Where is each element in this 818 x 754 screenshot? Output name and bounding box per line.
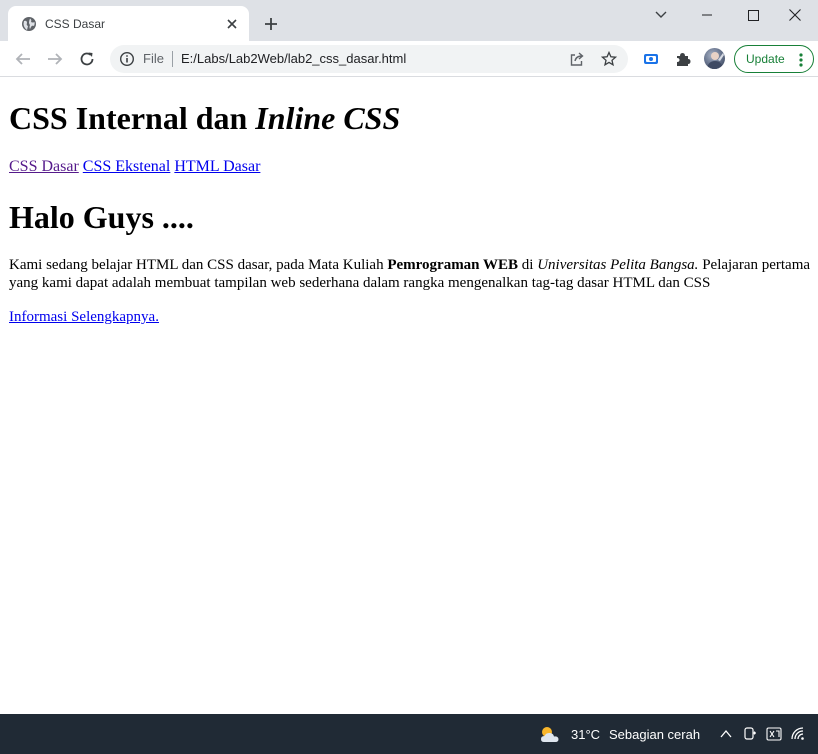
browser-tab[interactable]: CSS Dasar (8, 6, 249, 41)
update-label: Update (746, 52, 785, 66)
tab-strip: CSS Dasar (0, 0, 818, 41)
paragraph-bold: Pemrograman WEB (387, 257, 519, 273)
temperature-text[interactable]: 31°C (571, 727, 600, 742)
back-arrow-icon[interactable] (11, 47, 35, 71)
info-icon[interactable] (119, 51, 135, 67)
avatar[interactable] (704, 48, 725, 69)
url-scheme-label: File (143, 51, 164, 66)
tab-title: CSS Dasar (45, 17, 106, 31)
paragraph-italic: Universitas Pelita Bangsa. (537, 257, 699, 273)
update-button[interactable]: Update (734, 45, 814, 73)
omnibox-divider (172, 51, 173, 67)
taskbar: 31°C Sebagian cerah (0, 714, 818, 754)
globe-icon (21, 16, 37, 32)
paragraph-text-2: di (518, 257, 538, 273)
close-icon[interactable] (223, 15, 241, 33)
star-icon[interactable] (600, 50, 618, 67)
heading-italic-text: Inline CSS (255, 100, 401, 136)
nav-link-css-dasar[interactable]: CSS Dasar (9, 158, 79, 175)
maximize-icon[interactable] (730, 0, 776, 30)
puzzle-icon[interactable] (671, 47, 695, 71)
browser-toolbar: File E:/Labs/Lab2Web/lab2_css_dasar.html (0, 41, 818, 77)
nav-link-html-dasar[interactable]: HTML Dasar (174, 158, 260, 175)
nav-links: CSS Dasar CSS Ekstenal HTML Dasar (9, 157, 260, 176)
page-heading: CSS Internal dan Inline CSS (9, 99, 400, 137)
url-text[interactable]: E:/Labs/Lab2Web/lab2_css_dasar.html (181, 51, 406, 67)
plus-icon[interactable] (260, 13, 282, 35)
reload-icon[interactable] (75, 47, 99, 71)
screencast-icon[interactable] (639, 47, 663, 71)
kebab-menu-icon[interactable] (798, 52, 804, 68)
forward-arrow-icon[interactable] (43, 47, 67, 71)
share-icon[interactable] (569, 51, 585, 67)
subheading: Halo Guys .... (9, 199, 194, 235)
web-page: CSS Internal dan Inline CSS CSS Dasar CS… (0, 78, 818, 714)
paragraph-text-1: Kami sedang belajar HTML dan CSS dasar, … (9, 257, 388, 273)
window-close-icon[interactable] (772, 0, 818, 30)
more-info-link[interactable]: Informasi Selengkapnya. (9, 308, 159, 326)
wifi-icon[interactable] (790, 726, 806, 742)
weather-condition-text[interactable]: Sebagian cerah (609, 727, 700, 742)
chevron-up-icon[interactable] (718, 726, 734, 742)
partly-cloudy-icon[interactable] (539, 724, 561, 744)
meet-now-icon[interactable] (742, 726, 758, 742)
nav-link-css-ekstenal[interactable]: CSS Ekstenal (83, 158, 171, 175)
language-icon[interactable] (766, 726, 782, 742)
chevron-down-icon[interactable] (638, 0, 684, 30)
address-bar[interactable]: File E:/Labs/Lab2Web/lab2_css_dasar.html (110, 45, 628, 73)
heading-text: CSS Internal dan (9, 100, 256, 136)
minimize-icon[interactable] (684, 0, 730, 30)
intro-paragraph: Kami sedang belajar HTML dan CSS dasar, … (9, 256, 815, 292)
